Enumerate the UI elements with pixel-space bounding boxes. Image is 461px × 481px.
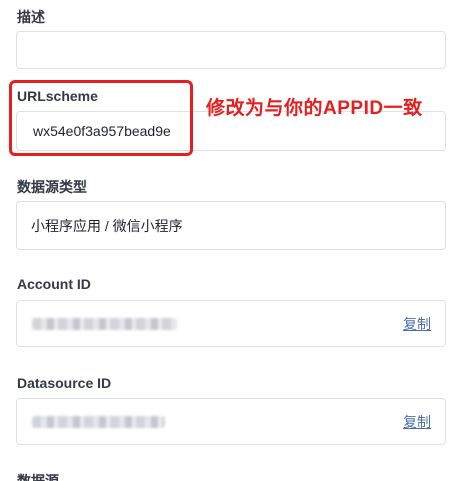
data-source-type-value: 小程序应用 / 微信小程序 (31, 217, 183, 234)
annotation-text: 修改为与你的APPID一致 (206, 98, 423, 119)
description-input[interactable] (16, 31, 446, 69)
datasource-id-copy-button[interactable]: 复制 (403, 412, 431, 432)
account-id-redacted (32, 317, 177, 330)
account-id-label: Account ID (17, 276, 91, 292)
datasource-id-field: 复制 (16, 398, 446, 445)
account-id-field: 复制 (16, 300, 446, 347)
next-field-label: 数据源 (17, 473, 59, 481)
datasource-id-label: Datasource ID (17, 375, 112, 391)
description-label: 描述 (17, 9, 45, 25)
account-id-copy-button[interactable]: 复制 (403, 314, 431, 334)
highlight-box (9, 80, 193, 156)
datasource-id-redacted (32, 415, 165, 428)
data-source-type-field: 小程序应用 / 微信小程序 (16, 201, 446, 250)
data-source-type-label: 数据源类型 (17, 179, 87, 195)
